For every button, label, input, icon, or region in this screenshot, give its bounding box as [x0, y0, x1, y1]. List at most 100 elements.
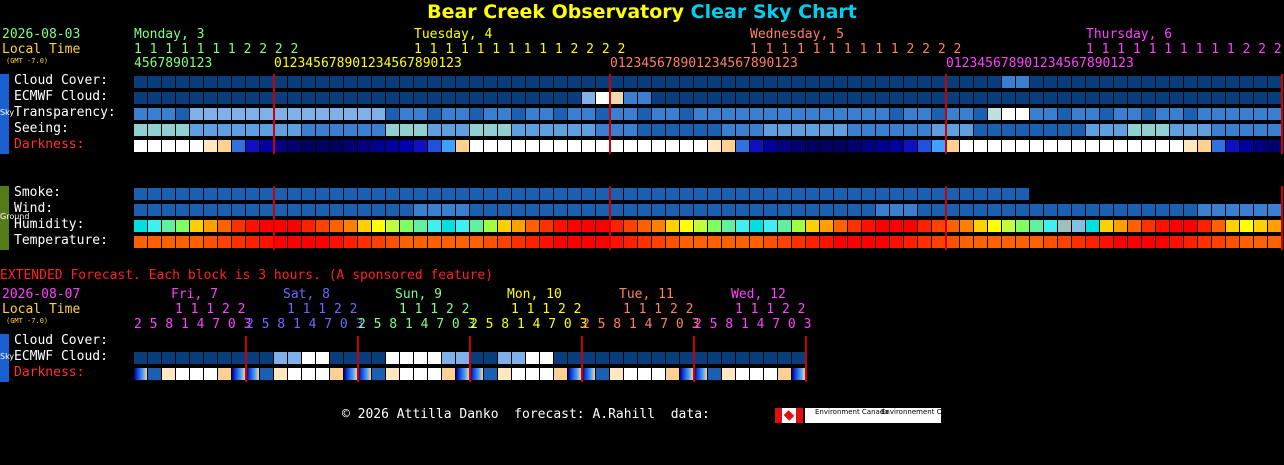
darkness-cell	[960, 140, 973, 152]
smoke-cell	[568, 188, 581, 200]
transparency-cell	[1184, 108, 1197, 120]
midnight-line	[945, 186, 947, 250]
extended-hour-ones: 2 5 8 1 4 7 0 3	[694, 317, 812, 332]
wind-cell	[1254, 204, 1267, 216]
ecmwf-cloud-cell	[1142, 92, 1155, 104]
extended-ecmwf-cell	[484, 352, 497, 364]
extended-ecmwf-cell	[568, 352, 581, 364]
seeing-cell	[302, 124, 315, 136]
temperature-cell	[316, 236, 329, 248]
cloud-cover-cell	[1128, 76, 1141, 88]
wind-cell	[162, 204, 175, 216]
ecmwf-cloud-cell	[722, 92, 735, 104]
ecmwf-cloud-cell	[1170, 92, 1183, 104]
extended-notice[interactable]: EXTENDED Forecast. Each block is 3 hours…	[0, 269, 493, 283]
temperature-cell	[736, 236, 749, 248]
transparency-cell	[624, 108, 637, 120]
temperature-cell	[1030, 236, 1043, 248]
cloud-cover-cell	[232, 76, 245, 88]
smoke-cell	[498, 188, 511, 200]
smoke-cell	[162, 188, 175, 200]
transparency-cell	[1072, 108, 1085, 120]
temperature-cell	[582, 236, 595, 248]
smoke-cell	[246, 188, 259, 200]
wind-cell	[1044, 204, 1057, 216]
humidity-cell	[988, 220, 1001, 232]
day-label: Thursday, 6	[1086, 27, 1173, 42]
seeing-cell	[862, 124, 875, 136]
humidity-cell	[176, 220, 189, 232]
ecmwf-cloud-cell	[526, 92, 539, 104]
wind-cell	[1198, 204, 1211, 216]
ecmwf-cloud-cell	[1002, 92, 1015, 104]
temperature-cell	[1128, 236, 1141, 248]
ground-side-label: Ground	[0, 212, 30, 221]
smoke-cell	[582, 188, 595, 200]
ecmwf-cloud-cell	[568, 92, 581, 104]
extended-darkness-cell	[526, 368, 539, 380]
humidity-cell	[414, 220, 427, 232]
humidity-cell	[638, 220, 651, 232]
humidity-cell	[554, 220, 567, 232]
temperature-cell	[232, 236, 245, 248]
temperature-cell	[400, 236, 413, 248]
humidity-cell	[918, 220, 931, 232]
transparency-cell	[190, 108, 203, 120]
wind-cell	[960, 204, 973, 216]
smoke-cell	[442, 188, 455, 200]
temperature-cell	[1086, 236, 1099, 248]
cloud-cover-cell	[316, 76, 329, 88]
extended-darkness-cell	[218, 368, 231, 380]
ecmwf-cloud-cell	[190, 92, 203, 104]
humidity-cell	[960, 220, 973, 232]
humidity-cell	[974, 220, 987, 232]
temperature-cell	[274, 236, 287, 248]
extended-day-label: Fri, 7	[171, 287, 218, 302]
environment-canada-logo[interactable]: Environment Canada Environnement Canada	[805, 408, 963, 423]
cloud-cover-cell	[582, 76, 595, 88]
humidity-cell	[498, 220, 511, 232]
darkness-cell	[246, 140, 259, 152]
wind-cell	[288, 204, 301, 216]
seeing-cell	[1044, 124, 1057, 136]
humidity-cell	[1212, 220, 1225, 232]
smoke-cell	[176, 188, 189, 200]
transparency-cell	[1030, 108, 1043, 120]
darkness-cell	[1058, 140, 1071, 152]
extended-day-label: Wed, 12	[731, 287, 786, 302]
humidity-cell	[1156, 220, 1169, 232]
extended-darkness-cell	[750, 368, 763, 380]
darkness-cell	[1156, 140, 1169, 152]
temperature-cell	[904, 236, 917, 248]
darkness-cell	[1226, 140, 1239, 152]
temperature-cell	[946, 236, 959, 248]
cloud-cover-cell	[1268, 76, 1281, 88]
humidity-cell	[540, 220, 553, 232]
humidity-cell	[442, 220, 455, 232]
seeing-cell	[778, 124, 791, 136]
cloud-cover-cell	[568, 76, 581, 88]
extended-darkness-cell	[442, 368, 455, 380]
smoke-cell	[988, 188, 1001, 200]
wind-cell	[1156, 204, 1169, 216]
cloud-cover-cell	[1016, 76, 1029, 88]
extended-ecmwf-cell	[442, 352, 455, 364]
humidity-cell	[134, 220, 147, 232]
seeing-cell	[736, 124, 749, 136]
humidity-cell	[1226, 220, 1239, 232]
darkness-cell	[1128, 140, 1141, 152]
transparency-cell	[162, 108, 175, 120]
ecmwf-cloud-cell	[1030, 92, 1043, 104]
darkness-cell	[918, 140, 931, 152]
extended-ecmwf-cell	[554, 352, 567, 364]
extended-darkness-cell	[400, 368, 413, 380]
temperature-cell	[512, 236, 525, 248]
humidity-cell	[708, 220, 721, 232]
transparency-cell	[134, 108, 147, 120]
temperature-cell	[638, 236, 651, 248]
midnight-line	[273, 74, 275, 154]
extended-darkness-cell	[260, 368, 273, 380]
footer-credits[interactable]: © 2026 Attilla Danko forecast: A.Rahill …	[342, 408, 710, 422]
ecmwf-cloud-cell	[960, 92, 973, 104]
extended-ecmwf-cell	[176, 352, 189, 364]
